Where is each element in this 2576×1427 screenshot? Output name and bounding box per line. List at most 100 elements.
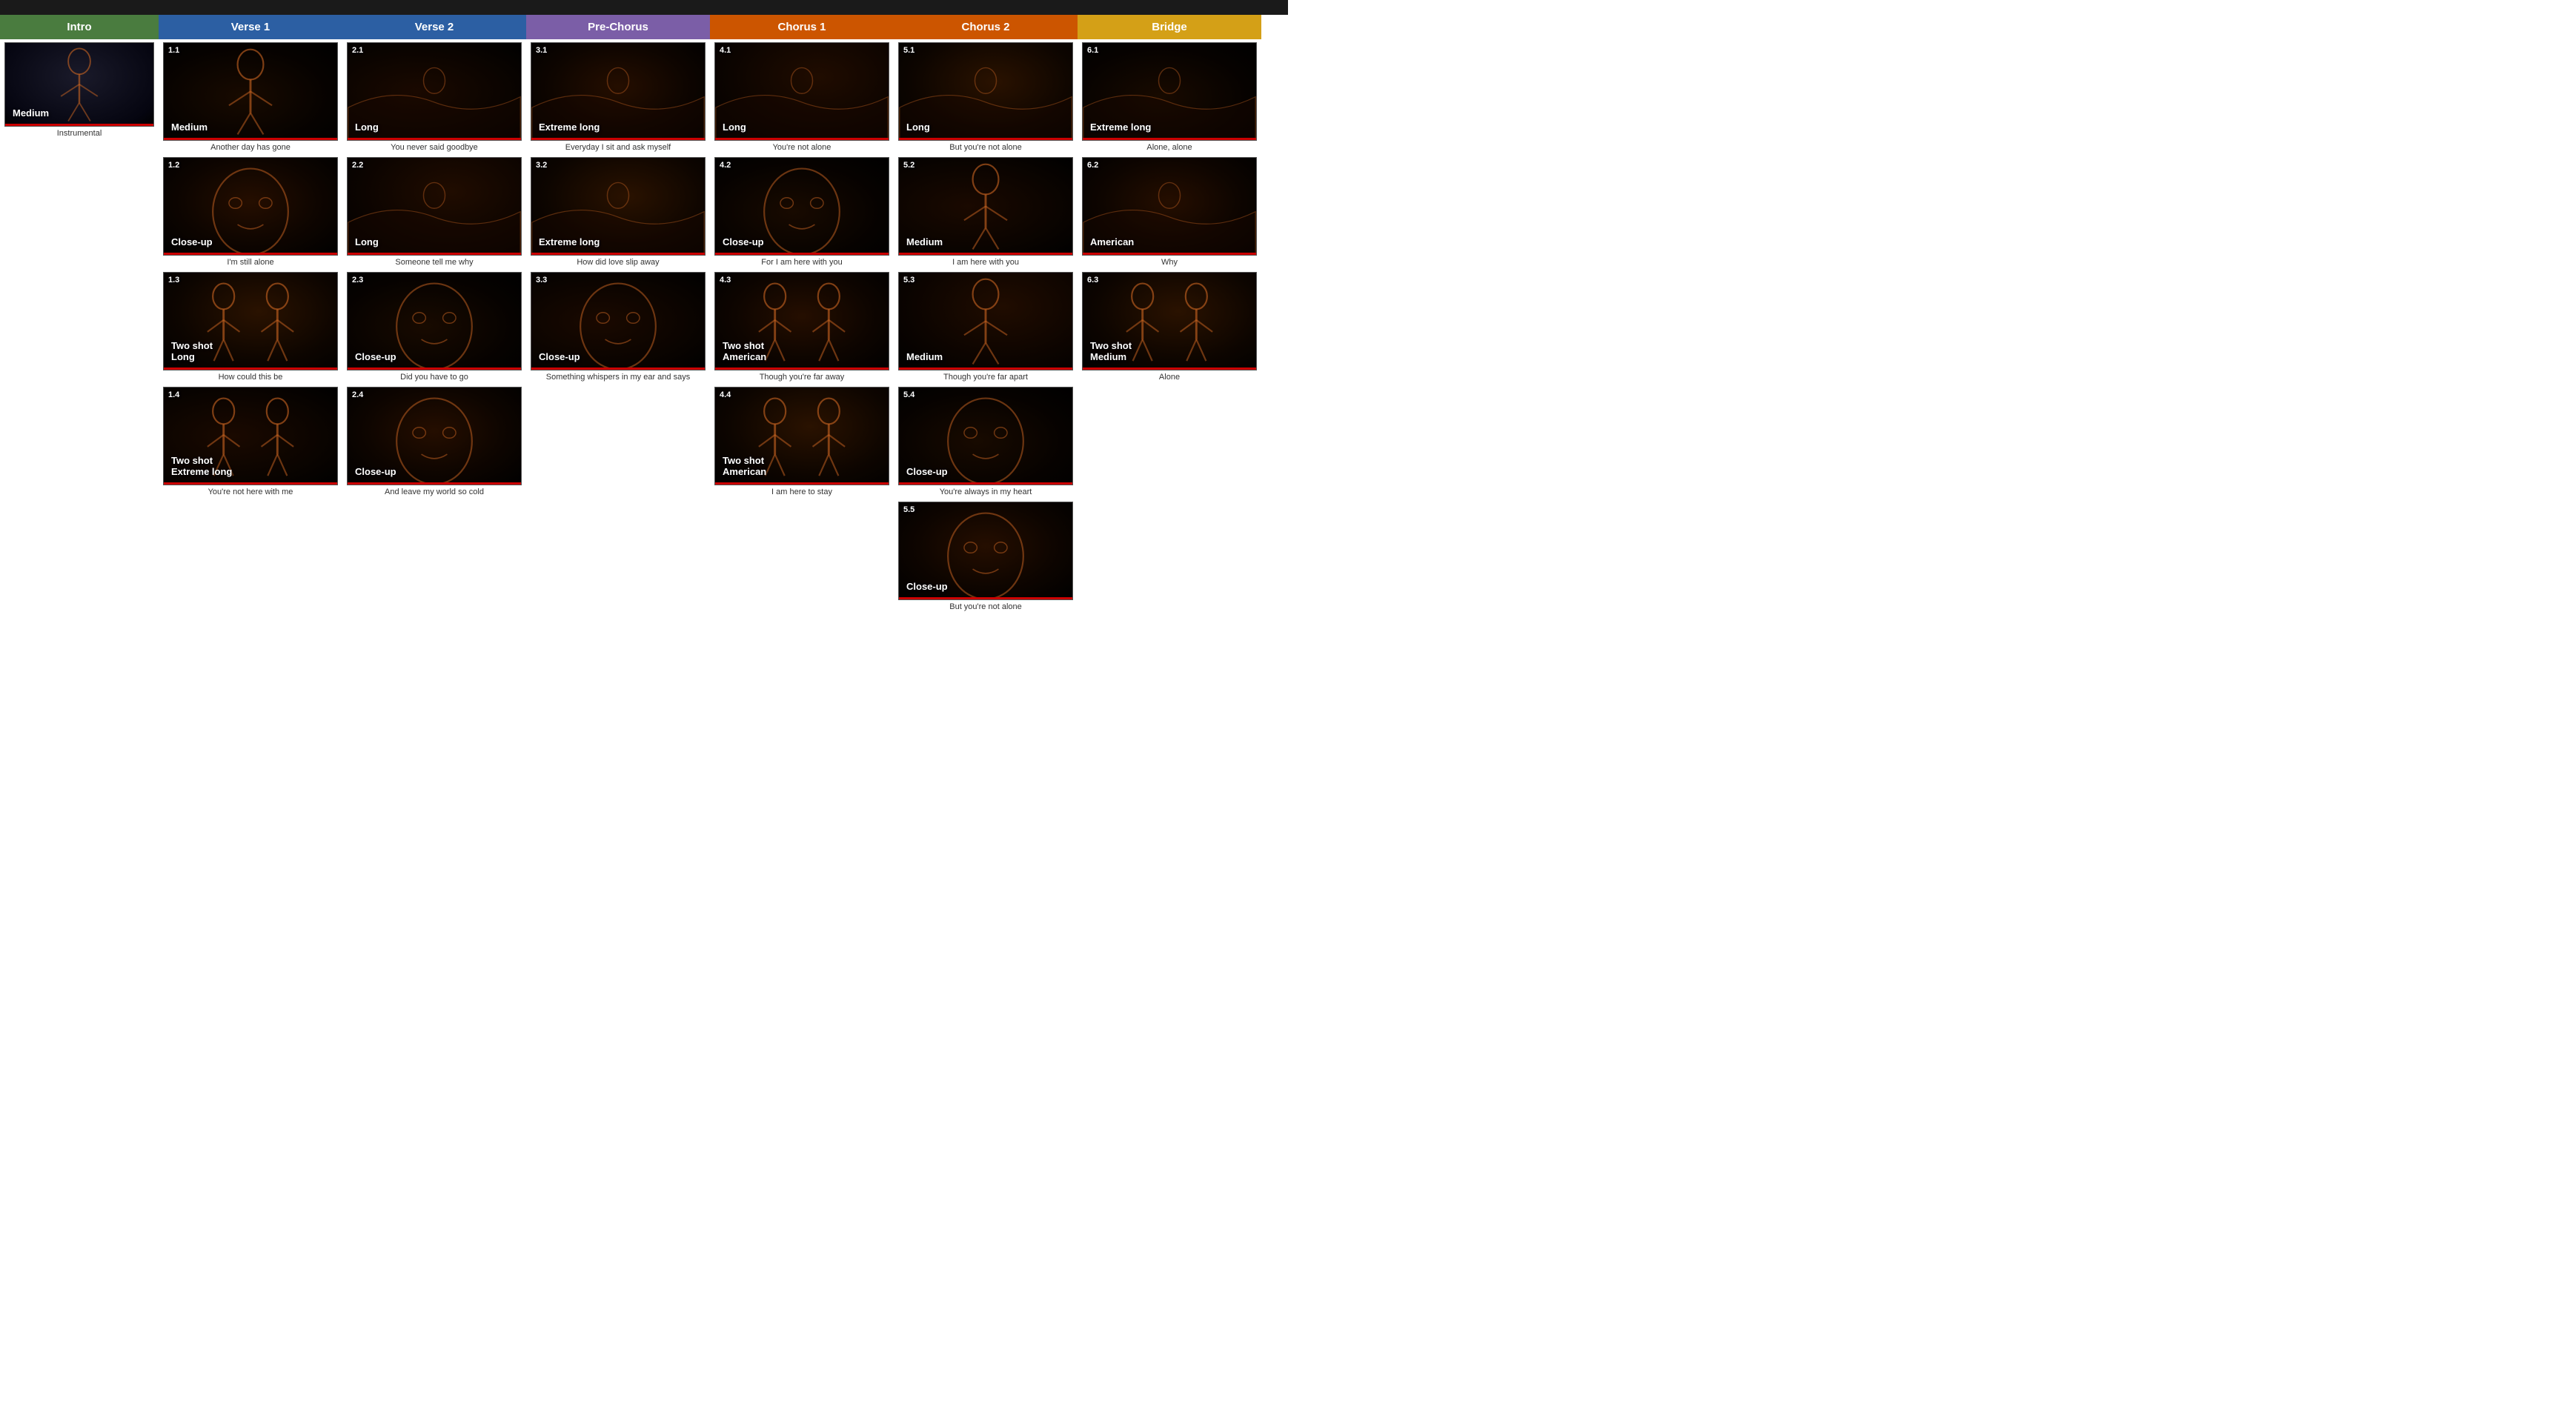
frame-caption: How did love slip away [575, 257, 660, 267]
frame-image-5.1[interactable]: 5.1Long [898, 42, 1073, 141]
frame-label: Close-up [167, 233, 334, 251]
column-prechorus: 3.1Extreme longEveryday I sit and ask my… [526, 39, 710, 619]
progress-bar [164, 138, 337, 140]
progress-bar [348, 253, 521, 255]
frame-image-2.2[interactable]: 2.2Long [347, 157, 522, 256]
progress-bar [348, 367, 521, 370]
frame-label: Close-up [351, 463, 518, 481]
frame-block-6.3: 6.3 Two shotMedium Alone [1079, 272, 1260, 382]
progress-bar [164, 482, 337, 485]
frame-image-2.4[interactable]: 2.4 Close-up [347, 387, 522, 485]
frame-image-1.1[interactable]: 1.1Medium [163, 42, 338, 141]
frame-label: Medium [902, 348, 1069, 366]
section-header-chorus1: Chorus 1 [710, 15, 894, 39]
frame-block-2.2: 2.2LongSomeone tell me why [344, 157, 525, 267]
frame-number: 4.1 [720, 46, 731, 55]
frame-caption: Though you're far apart [942, 372, 1029, 382]
progress-bar [5, 124, 153, 126]
frame-number: 4.2 [720, 161, 731, 170]
frame-caption: Alone [1158, 372, 1181, 382]
frame-number: 6.1 [1087, 46, 1098, 55]
frame-label: Two shotMedium [1086, 337, 1253, 366]
progress-bar [715, 482, 889, 485]
frame-caption: Another day has gone [209, 142, 292, 153]
progress-bar [164, 367, 337, 370]
progress-bar [899, 597, 1072, 599]
progress-bar [899, 138, 1072, 140]
frame-label: Two shotAmerican [718, 452, 886, 481]
frame-caption: I am here with you [951, 257, 1020, 267]
frame-image-2.1[interactable]: 2.1Long [347, 42, 522, 141]
frame-number: 2.4 [352, 390, 363, 399]
column-chorus2: 5.1LongBut you're not alone 5.2MediumI a… [894, 39, 1078, 619]
frame-block-4.1: 4.1LongYou're not alone [711, 42, 892, 153]
progress-bar [1083, 253, 1256, 255]
frame-image-3.3[interactable]: 3.3 Close-up [531, 272, 706, 370]
frame-caption: Instrumental [56, 128, 104, 139]
frame-image-intro[interactable]: Medium [4, 42, 154, 127]
section-header-bridge: Bridge [1078, 15, 1261, 39]
progress-bar [531, 138, 705, 140]
frame-caption: Someone tell me why [394, 257, 474, 267]
frame-image-1.3[interactable]: 1.3Two shotLong [163, 272, 338, 370]
frame-image-5.3[interactable]: 5.3Medium [898, 272, 1073, 370]
frame-image-4.1[interactable]: 4.1Long [714, 42, 889, 141]
frame-block-5.5: 5.5Close-up But you're not alone [895, 502, 1076, 612]
frame-number: 4.4 [720, 390, 731, 399]
frame-image-4.2[interactable]: 4.2 Close-up [714, 157, 889, 256]
frame-label: Long [351, 119, 518, 136]
frame-image-4.3[interactable]: 4.3 Two shotAmerican [714, 272, 889, 370]
frame-block-1.1: 1.1MediumAnother day has gone [160, 42, 341, 153]
frame-image-1.4[interactable]: 1.4Two shotExtreme long [163, 387, 338, 485]
frame-number: 5.2 [903, 161, 914, 170]
progress-bar [899, 253, 1072, 255]
frame-image-5.5[interactable]: 5.5Close-up [898, 502, 1073, 600]
progress-bar [164, 253, 337, 255]
frame-image-6.2[interactable]: 6.2American [1082, 157, 1257, 256]
section-header-verse2: Verse 2 [342, 15, 526, 39]
frame-number: 3.2 [536, 161, 547, 170]
frame-image-6.3[interactable]: 6.3 Two shotMedium [1082, 272, 1257, 370]
column-verse2: 2.1LongYou never said goodbye 2.2LongSom… [342, 39, 526, 619]
frame-number: 4.3 [720, 276, 731, 285]
frame-number: 5.4 [903, 390, 914, 399]
frame-block-3.1: 3.1Extreme longEveryday I sit and ask my… [528, 42, 708, 153]
frame-caption: Everyday I sit and ask myself [564, 142, 672, 153]
frame-block-3.2: 3.2 Extreme long How did love slip away [528, 157, 708, 267]
frame-label: Two shotAmerican [718, 337, 886, 366]
frame-image-3.1[interactable]: 3.1Extreme long [531, 42, 706, 141]
frame-number: 6.3 [1087, 276, 1098, 285]
frame-image-5.4[interactable]: 5.4Close-up [898, 387, 1073, 485]
frame-block-intro: MediumInstrumental [1, 42, 157, 139]
frame-number: 1.1 [168, 46, 179, 55]
frame-caption: You're not here with me [207, 487, 295, 497]
frame-label: Extreme long [1086, 119, 1253, 136]
progress-bar [1083, 138, 1256, 140]
frame-caption: But you're not alone [948, 602, 1023, 612]
frame-number: 3.3 [536, 276, 547, 285]
frame-image-3.2[interactable]: 3.2 Extreme long [531, 157, 706, 256]
progress-bar [531, 253, 705, 255]
frame-image-5.2[interactable]: 5.2Medium [898, 157, 1073, 256]
column-intro: MediumInstrumental [0, 39, 159, 619]
frame-image-2.3[interactable]: 2.3Close-up [347, 272, 522, 370]
frame-label: Extreme long [534, 233, 702, 251]
frame-caption: You never said goodbye [389, 142, 479, 153]
frame-caption: Alone, alone [1145, 142, 1193, 153]
frame-image-4.4[interactable]: 4.4 Two shotAmerican [714, 387, 889, 485]
progress-bar [531, 367, 705, 370]
frame-label: Long [351, 233, 518, 251]
column-bridge: 6.1Extreme longAlone, alone 6.2AmericanW… [1078, 39, 1261, 619]
frame-label: Close-up [534, 348, 702, 366]
frame-number: 1.4 [168, 390, 179, 399]
section-header-verse1: Verse 1 [159, 15, 342, 39]
frame-caption: But you're not alone [948, 142, 1023, 153]
frame-number: 1.2 [168, 161, 179, 170]
frame-number: 6.2 [1087, 161, 1098, 170]
progress-bar [348, 138, 521, 140]
frame-label: Close-up [718, 233, 886, 251]
frame-number: 1.3 [168, 276, 179, 285]
frame-image-6.1[interactable]: 6.1 Extreme long [1082, 42, 1257, 141]
frame-caption: Something whispers in my ear and says [545, 372, 691, 382]
frame-image-1.2[interactable]: 1.2 Close-up [163, 157, 338, 256]
